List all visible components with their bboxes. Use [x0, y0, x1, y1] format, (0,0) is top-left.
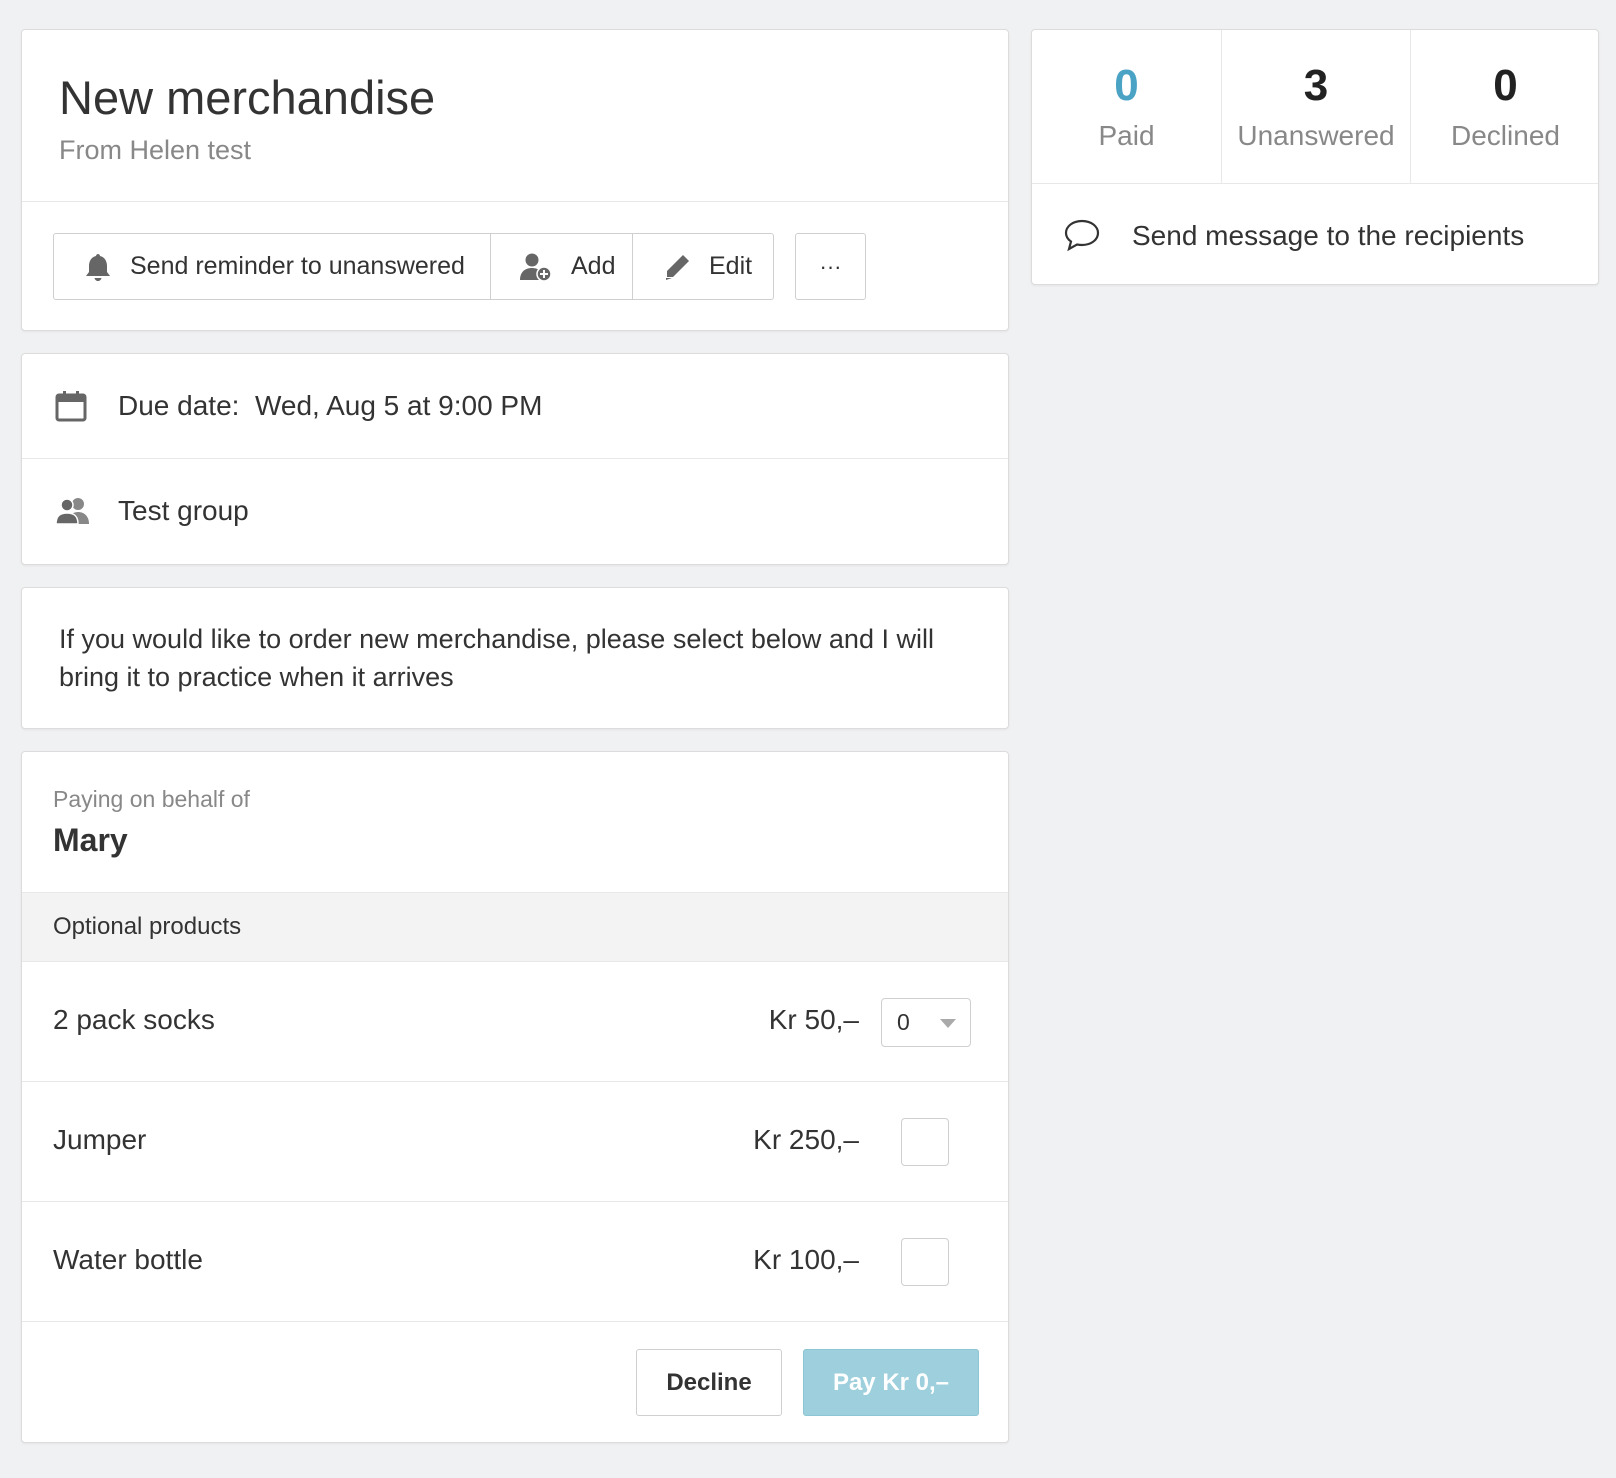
product-row: Water bottle Kr 100,–: [22, 1202, 1008, 1322]
stat-unanswered-label: Unanswered: [1237, 120, 1395, 151]
optional-products-header: Optional products: [22, 892, 1008, 962]
product-checkbox[interactable]: [901, 1238, 949, 1286]
add-user-icon: [520, 253, 552, 282]
paying-on-behalf-label: Paying on behalf of: [53, 786, 250, 812]
due-date-text: Due date: Wed, Aug 5 at 9:00 PM: [118, 390, 542, 422]
request-header-card: New merchandise From Helen test Send rem…: [21, 29, 1009, 331]
send-message-link[interactable]: Send message to the recipients: [1032, 183, 1598, 286]
payer-name: Mary: [53, 822, 128, 858]
add-label: Add: [571, 252, 616, 280]
description-text: If you would like to order new merchandi…: [59, 624, 934, 692]
payment-actions: Decline Pay Kr 0,–: [22, 1322, 1008, 1442]
add-recipient-button[interactable]: Add: [491, 233, 633, 300]
edit-button[interactable]: Edit: [633, 233, 774, 300]
product-price: Kr 250,–: [753, 1124, 859, 1155]
quantity-value: 0: [897, 1009, 910, 1035]
product-name: 2 pack socks: [53, 1004, 215, 1035]
product-name: Water bottle: [53, 1244, 203, 1275]
product-price: Kr 100,–: [753, 1244, 859, 1275]
divider: [22, 201, 1008, 202]
chevron-down-icon: [940, 1019, 956, 1028]
bell-icon: [86, 253, 110, 281]
stat-paid[interactable]: 0 Paid: [1032, 30, 1221, 183]
send-message-label: Send message to the recipients: [1132, 220, 1525, 251]
send-reminder-button[interactable]: Send reminder to unanswered: [53, 233, 491, 300]
stat-declined-value: 0: [1493, 61, 1518, 110]
product-checkbox[interactable]: [901, 1118, 949, 1166]
more-options-button[interactable]: ···: [795, 233, 866, 300]
group-name: Test group: [118, 494, 249, 526]
stat-unanswered[interactable]: 3 Unanswered: [1221, 30, 1410, 183]
product-row: 2 pack socks Kr 50,– 0: [22, 962, 1008, 1082]
group-row: Test group: [22, 458, 1008, 562]
stat-declined-label: Declined: [1451, 120, 1560, 151]
decline-button[interactable]: Decline: [636, 1349, 782, 1416]
due-date-value: Wed, Aug 5 at 9:00 PM: [254, 390, 543, 421]
pay-button[interactable]: Pay Kr 0,–: [803, 1349, 979, 1416]
request-info-card: Due date: Wed, Aug 5 at 9:00 PM Test gro…: [21, 353, 1009, 565]
page-title: New merchandise: [59, 71, 436, 124]
due-date-row: Due date: Wed, Aug 5 at 9:00 PM: [22, 354, 1008, 458]
edit-label: Edit: [709, 252, 753, 280]
group-icon: [55, 497, 89, 525]
due-date-label: Due date:: [118, 390, 240, 421]
send-reminder-label: Send reminder to unanswered: [130, 252, 465, 280]
sender-subtitle: From Helen test: [59, 135, 252, 165]
calendar-icon: [55, 391, 87, 422]
description-card: If you would like to order new merchandi…: [21, 587, 1009, 729]
product-name: Jumper: [53, 1124, 147, 1155]
product-row: Jumper Kr 250,–: [22, 1082, 1008, 1202]
stat-paid-value: 0: [1114, 61, 1139, 110]
speech-bubble-icon: [1064, 219, 1100, 252]
product-price: Kr 50,–: [768, 1004, 859, 1035]
pencil-icon: [666, 254, 689, 280]
action-button-group: Send reminder to unanswered Add Edit: [53, 233, 774, 300]
stat-paid-label: Paid: [1098, 120, 1155, 151]
stat-unanswered-value: 3: [1303, 61, 1329, 110]
quantity-select[interactable]: 0: [881, 998, 971, 1047]
response-stats-card: 0 Paid 3 Unanswered 0 Declined Send mess…: [1031, 29, 1599, 285]
payment-card: Paying on behalf of Mary Optional produc…: [21, 751, 1009, 1443]
stat-declined[interactable]: 0 Declined: [1410, 30, 1600, 183]
